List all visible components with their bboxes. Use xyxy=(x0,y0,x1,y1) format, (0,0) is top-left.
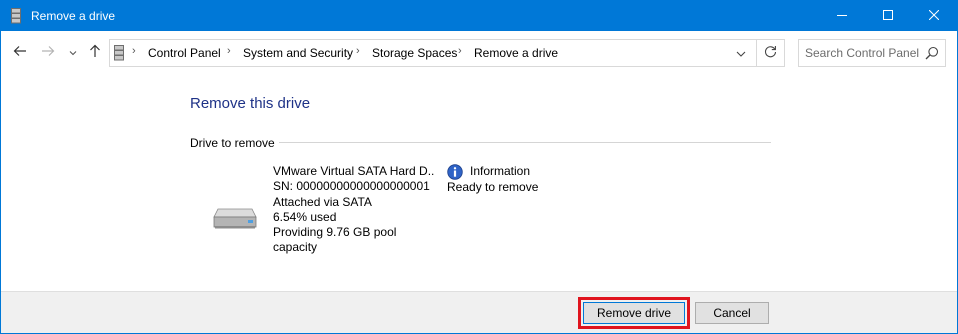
title-bar[interactable]: Remove a drive xyxy=(1,1,957,31)
arrow-right-icon xyxy=(41,45,55,60)
main-content: Remove this drive Drive to remove VMware… xyxy=(1,73,957,291)
search-input[interactable] xyxy=(805,45,923,61)
storage-spaces-icon xyxy=(11,8,21,24)
cancel-button[interactable]: Cancel xyxy=(695,302,769,324)
recent-locations-button[interactable] xyxy=(63,39,83,65)
arrow-up-icon xyxy=(89,44,101,61)
drive-details: VMware Virtual SATA Hard D... SN: 000000… xyxy=(273,164,435,256)
search-box[interactable] xyxy=(798,39,946,67)
close-button[interactable] xyxy=(911,1,957,31)
breadcrumb-separator: › xyxy=(132,45,136,57)
storage-spaces-icon xyxy=(114,45,124,61)
minimize-icon xyxy=(837,9,847,23)
hard-drive-icon xyxy=(212,206,258,230)
arrow-left-icon xyxy=(13,45,27,60)
drive-usage: 6.54% used xyxy=(273,209,337,224)
drive-connection: Attached via SATA xyxy=(273,194,372,209)
breadcrumb-remove-a-drive[interactable]: Remove a drive xyxy=(474,46,558,60)
maximize-button[interactable] xyxy=(865,1,911,31)
address-bar[interactable]: › Control Panel › System and Security › … xyxy=(109,39,785,67)
remove-drive-button[interactable]: Remove drive xyxy=(583,302,685,324)
breadcrumb-system-and-security[interactable]: System and Security xyxy=(243,46,353,60)
window: Remove a drive › Control Panel › System … xyxy=(0,0,958,334)
section-label: Drive to remove xyxy=(190,136,279,150)
breadcrumb-separator: › xyxy=(356,45,360,57)
section-divider xyxy=(276,142,771,143)
breadcrumb-separator: › xyxy=(458,45,462,57)
close-icon xyxy=(928,9,940,23)
page-title: Remove this drive xyxy=(190,95,311,112)
window-title: Remove a drive xyxy=(31,9,116,23)
forward-button[interactable] xyxy=(35,39,61,65)
drive-name: VMware Virtual SATA Hard D... xyxy=(273,164,435,178)
chevron-down-icon xyxy=(736,46,746,60)
up-button[interactable] xyxy=(84,39,106,65)
drive-serial: SN: 00000000000000000001 xyxy=(273,179,430,194)
refresh-button[interactable] xyxy=(756,40,784,66)
breadcrumb-storage-spaces[interactable]: Storage Spaces xyxy=(372,46,457,60)
breadcrumb-separator: › xyxy=(227,45,231,57)
refresh-icon xyxy=(764,45,777,61)
info-heading: Information xyxy=(470,164,531,178)
minimize-button[interactable] xyxy=(819,1,865,31)
info-status: Ready to remove xyxy=(447,180,539,194)
chevron-down-icon xyxy=(69,45,77,59)
breadcrumb-control-panel[interactable]: Control Panel xyxy=(148,46,221,60)
maximize-icon xyxy=(883,9,893,23)
navigation-bar: › Control Panel › System and Security › … xyxy=(1,31,957,73)
drive-capacity: Providing 9.76 GB pool capacity xyxy=(273,225,397,255)
information-icon xyxy=(447,164,463,180)
footer: Remove drive Cancel xyxy=(1,291,957,333)
back-button[interactable] xyxy=(7,39,33,65)
address-history-button[interactable] xyxy=(728,40,754,66)
search-icon[interactable] xyxy=(925,46,939,60)
